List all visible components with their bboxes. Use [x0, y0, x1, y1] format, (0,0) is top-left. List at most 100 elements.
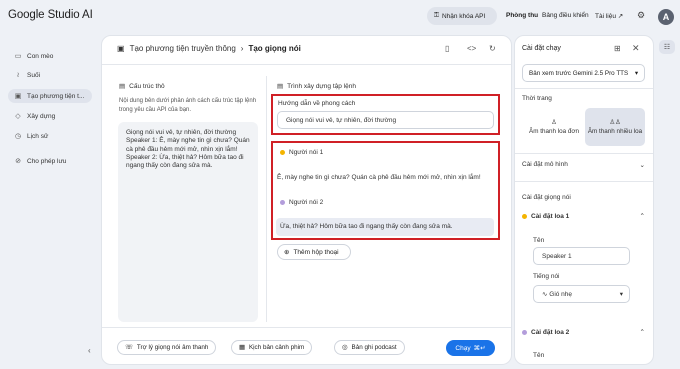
voice-value: Gió nhẹ	[549, 291, 573, 298]
voice-label: Tiếng nói	[533, 273, 560, 280]
name-label-2: Tên	[533, 352, 545, 359]
nav-docs-label: Tài liệu	[595, 13, 616, 20]
chip-label: Kịch bản cảnh phim	[248, 344, 305, 351]
mode-multi-label: Âm thanh nhiều loa	[587, 128, 643, 135]
speaker1-name-input[interactable]: Speaker 1	[533, 247, 630, 265]
close-icon[interactable]: ✕	[632, 43, 640, 54]
script-builder-title: ▤ Trình xây dựng tập lệnh	[277, 82, 356, 91]
api-key-label: Nhận khóa API	[441, 12, 486, 20]
build-icon: ◇	[15, 113, 21, 120]
chevron-up-icon: ⌃	[639, 213, 645, 220]
speaker1-tag[interactable]: Người nói 1	[280, 149, 323, 156]
add-dialog-label: Thêm hộp thoại	[293, 248, 339, 256]
mode-single-label: Âm thanh loa đơn	[529, 128, 579, 135]
app-logo[interactable]: Google Studio AI	[8, 9, 93, 21]
settings-gear-icon[interactable]: ⚙	[637, 10, 645, 21]
podcast-icon: ◎	[342, 344, 348, 351]
speaker1-dot-icon	[522, 213, 527, 219]
nav-dashboard[interactable]: Bảng điều khiển	[542, 12, 589, 19]
chip-label: Bản ghi podcast	[351, 344, 397, 351]
breadcrumb-parent[interactable]: Tạo phương tiện truyền thông	[130, 44, 236, 53]
sidebar-item-chat[interactable]: ▭ Con mèo	[14, 49, 94, 63]
get-api-key-button[interactable]: ⚿ Nhận khóa API	[427, 7, 497, 25]
panel-divider	[515, 181, 653, 182]
add-dialog-button[interactable]: ⊕ Thêm hộp thoại	[277, 244, 351, 260]
sidebar-item-stream[interactable]: ≀ Suối	[14, 68, 94, 82]
dialog-line-2[interactable]: Ừa, thiệt hả? Hôm bữa tao đi ngang thấy …	[280, 223, 453, 230]
copy-icon[interactable]: ▯	[445, 44, 449, 53]
chip-podcast[interactable]: ◎ Bản ghi podcast	[334, 340, 405, 355]
sidebar-item-label: Suối	[27, 71, 41, 79]
voice-select[interactable]: ∿ Gió nhẹ ▾	[533, 285, 630, 303]
settings-toggle-icon[interactable]: ☷	[659, 40, 675, 54]
raw-structure-title: ▤ Cấu trúc thô	[119, 82, 165, 91]
nav-docs[interactable]: Tài liệu ↗	[595, 12, 623, 20]
mode-single-speaker[interactable]: ♙ Âm thanh loa đơn	[524, 108, 584, 146]
voice-settings-label: Cài đặt giọng nói	[522, 194, 571, 201]
name-label: Tên	[533, 237, 545, 244]
breadcrumb: ▣ Tạo phương tiện truyền thông › Tạo giọ…	[117, 44, 301, 53]
speaker2-label: Người nói 2	[289, 199, 324, 206]
raw-structure-label: Cấu trúc thô	[129, 82, 165, 90]
history-icon: ◷	[14, 133, 22, 140]
raw-structure-description: Nội dung bên dưới phản ánh cách cấu trúc…	[119, 98, 257, 113]
phone-icon: ☏	[125, 344, 133, 351]
page-title: Tạo giọng nói	[248, 44, 301, 53]
sidebar-item-label: Xây dựng	[27, 112, 56, 120]
style-label: Hướng dẫn về phong cách	[278, 100, 356, 107]
speaker2-dot-icon	[522, 329, 527, 335]
style-input[interactable]: Giọng nói vui vẻ, tự nhiên, đời thường	[277, 111, 494, 129]
run-button[interactable]: Chạy ⌘↵	[446, 340, 495, 356]
model-select[interactable]: Bản xem trước Gemini 2.5 Pro TTS ▾	[522, 64, 645, 82]
chip-movie-script[interactable]: ▦ Kịch bản cảnh phim	[231, 340, 313, 355]
sidebar-item-build[interactable]: ◇ Xây dựng	[14, 109, 94, 123]
compare-icon[interactable]: ⊞	[614, 44, 621, 53]
dropdown-icon: ▾	[634, 69, 638, 77]
media-icon: ▣	[117, 44, 125, 53]
voice-value-wrap: ∿ Gió nhẹ	[542, 290, 572, 298]
speaker2-tag[interactable]: Người nói 2	[280, 199, 323, 206]
key-icon: ⚿	[434, 12, 439, 19]
sidebar-item-label: Lịch sử	[27, 132, 49, 140]
sidebar-item-label: Con mèo	[27, 52, 54, 60]
speaker2-settings-title: Cài đặt loa 2	[522, 328, 569, 336]
code-icon[interactable]: <>	[467, 44, 476, 53]
raw-line: Speaker 1: Ê, mày nghe tin gì chưa? Quán…	[126, 137, 250, 153]
chat-icon: ▭	[14, 53, 22, 60]
chevron-right-icon: ›	[240, 44, 244, 53]
people-icon: ♙♙	[609, 118, 621, 126]
mode-label: Thời trang	[522, 95, 552, 102]
sidebar-item-generate-media[interactable]: ▣ Tạo phương tiện t...	[8, 89, 92, 103]
panel-divider	[515, 88, 653, 89]
keyboard-shortcut-icon: ⌘↵	[473, 345, 486, 352]
nav-studio[interactable]: Phòng thu	[506, 12, 538, 19]
chip-voice-assistant[interactable]: ☏ Trợ lý giọng nói âm thanh	[117, 340, 217, 355]
sidebar-item-history[interactable]: ◷ Lịch sử	[14, 129, 94, 143]
model-settings-label: Cài đặt mô hình	[522, 161, 568, 168]
chip-label: Trợ lý giọng nói âm thanh	[136, 344, 209, 351]
refresh-icon[interactable]: ↻	[489, 44, 496, 53]
dialog-line-1[interactable]: Ê, mày nghe tin gì chưa? Quán cà phê đầu…	[277, 174, 481, 181]
speaker2-settings-row[interactable]: Cài đặt loa 2 ⌃	[522, 328, 645, 336]
speaker1-settings-label: Cài đặt loa 1	[531, 212, 570, 220]
sidebar-item-allow-save[interactable]: ⊘ Cho phép lưu	[14, 154, 94, 168]
media-icon: ▣	[14, 93, 22, 100]
column-divider	[266, 76, 267, 322]
panel-title: Cài đặt chạy	[522, 45, 561, 52]
sidebar-item-label: Tạo phương tiện t...	[27, 92, 85, 100]
film-icon: ▦	[239, 344, 245, 351]
speaker1-dot-icon	[280, 150, 285, 155]
doc-icon: ▤	[119, 83, 126, 90]
avatar[interactable]: A	[658, 9, 674, 25]
chevron-up-icon: ⌃	[639, 329, 645, 336]
collapse-sidebar-icon[interactable]: ‹	[88, 346, 91, 355]
model-settings-row[interactable]: Cài đặt mô hình ⌄	[522, 161, 645, 169]
speaker2-settings-label: Cài đặt loa 2	[531, 328, 570, 336]
speaker1-label: Người nói 1	[289, 149, 324, 156]
external-link-icon: ↗	[617, 13, 624, 20]
panel-divider	[515, 153, 653, 154]
sidebar-item-label: Cho phép lưu	[27, 157, 67, 165]
speaker1-settings-row[interactable]: Cài đặt loa 1 ⌃	[522, 212, 645, 220]
run-label: Chạy	[455, 344, 471, 352]
mode-multi-speaker[interactable]: ♙♙ Âm thanh nhiều loa	[585, 108, 645, 146]
